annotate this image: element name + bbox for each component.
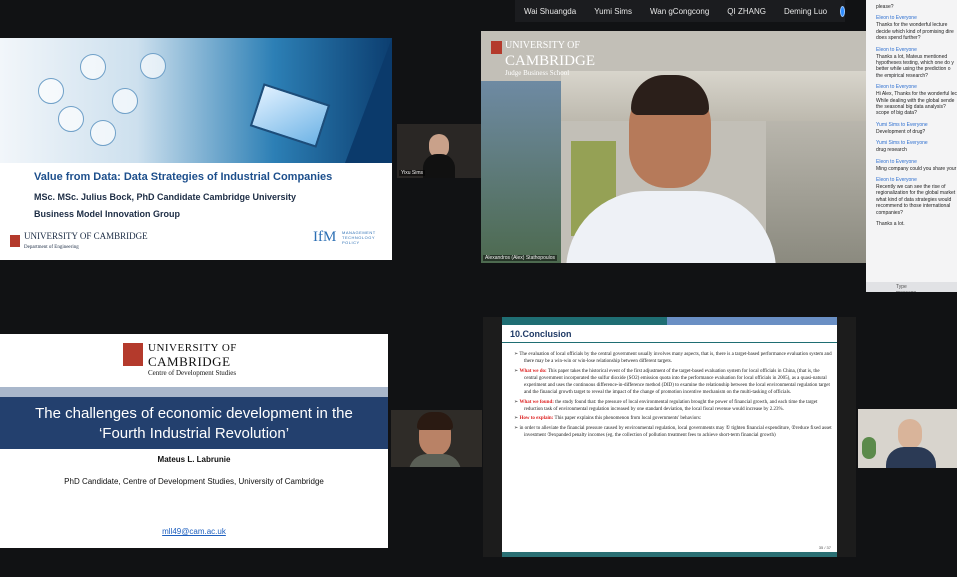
participant-name[interactable]: Deming Luo xyxy=(775,7,836,16)
chat-sender: Yumi Sims to Everyone xyxy=(876,140,928,147)
bullet-text: ➢ in order to alleviate the financial pr… xyxy=(514,425,832,438)
hazard-icon xyxy=(90,120,116,146)
participant-name-tag: Yixu Sims xyxy=(399,170,426,176)
participant-name[interactable]: Wai Shuangda xyxy=(515,7,585,16)
cambridge-crest-icon xyxy=(123,343,143,366)
bullet-text: ➢ How to explain: This paper explains th… xyxy=(514,416,702,422)
ifm-logo-text: MANAGEMENT TECHNOLOGY POLICY xyxy=(342,230,376,245)
chat-message: Development of drug? xyxy=(876,128,926,135)
slide-title-line1: The challenges of economic development i… xyxy=(35,405,353,422)
chat-message: please? xyxy=(876,4,894,10)
participant-name[interactable]: QI ZHANG xyxy=(718,7,775,16)
title-band: The challenges of economic development i… xyxy=(0,397,388,449)
cambridge-logo: UNIVERSITY OF CAMBRIDGE xyxy=(148,342,237,369)
chat-sender: Eleon to Everyone xyxy=(876,15,917,22)
chat-message: does spend further? xyxy=(876,35,921,42)
chat-message: regionalization for the global market xyxy=(876,190,956,197)
participant-body xyxy=(409,454,461,467)
chat-message: what kind of data strategies would xyxy=(876,196,952,203)
plant-image xyxy=(862,437,876,459)
cambridge-crest-icon xyxy=(10,235,20,247)
chat-message: scope of big data? xyxy=(876,110,917,117)
chat-message: Recently we can see the rise of xyxy=(876,184,946,190)
judge-business-school-logo: UNIVERSITY OF CAMBRIDGE Judge Business S… xyxy=(491,41,595,78)
cloud-icon xyxy=(112,88,138,114)
cambridge-logo: UNIVERSITY OF CAMBRIDGE Department of En… xyxy=(24,231,148,251)
active-speaker-icon[interactable] xyxy=(840,5,845,17)
ifm-logo: IfM xyxy=(313,229,337,245)
video-background xyxy=(561,71,866,121)
chat-message: the seasonal big data analysis? xyxy=(876,104,946,110)
chat-sender: Eleon to Everyone xyxy=(876,84,917,91)
chat-sender: Eleon to Everyone xyxy=(876,46,917,53)
participant-name[interactable]: Yumi Sims xyxy=(585,7,641,16)
chat-message: Ming company could you share your xyxy=(876,165,957,172)
chat-message: Thanks for the wonderful lecture xyxy=(876,22,948,29)
slide-body: ➢ The evaluation of local officials by t… xyxy=(512,351,832,441)
bullet-text: ➢ What we do: This paper takes the histo… xyxy=(514,368,830,396)
chat-message: drug research xyxy=(876,147,907,154)
chat-message: companies? xyxy=(876,209,903,216)
chat-message: better while using the prediction o xyxy=(876,66,951,73)
chat-message: recommend to those international xyxy=(876,203,951,210)
slide-heading: 10.Conclusion xyxy=(510,329,572,339)
centre-name: Centre of Development Studies xyxy=(148,369,237,377)
chat-sender: Eleon to Everyone xyxy=(876,177,917,183)
participant-hair xyxy=(417,412,453,430)
slide-header-accent xyxy=(667,317,837,325)
slide-corner-decoration xyxy=(345,38,392,163)
author-affiliation: PhD Candidate, Centre of Development Stu… xyxy=(64,477,324,486)
slide-title-line2: ‘Fourth Industrial Revolution’ xyxy=(98,425,290,442)
chat-panel[interactable]: please? Eleon to Everyone Thanks for the w… xyxy=(866,0,957,292)
factory-icon xyxy=(140,53,166,79)
slide-title: Value from Data: Data Strategies of Indu… xyxy=(34,171,333,183)
chat-message: Thanks a lot. xyxy=(876,221,905,227)
slide-footer-bar xyxy=(502,552,837,557)
chat-message: the empirical research? xyxy=(876,72,928,79)
participant-name-bar: Wai Shuangda Yumi Sims Wan gCongcong QI … xyxy=(515,0,845,22)
speaker-name-tag: Alexandros (Alex) Stathopoulos xyxy=(483,255,558,261)
chat-message: decide which kind of promising dire xyxy=(876,28,954,35)
page-number: 35 / 37 xyxy=(818,545,831,550)
video-background xyxy=(766,121,866,263)
chat-sender: Yumi Sims to Everyone xyxy=(876,121,928,128)
chat-sender: Eleon to Everyone xyxy=(876,158,917,165)
people-icon xyxy=(58,106,84,132)
author-name: Mateus L. Labrunie xyxy=(157,455,231,464)
wifi-icon xyxy=(80,54,106,80)
chat-input[interactable]: Type message here... xyxy=(866,282,957,292)
gear-icon xyxy=(38,78,64,104)
video-background xyxy=(481,81,561,263)
shared-slide-conclusion: 10.Conclusion ➢ The evaluation of local … xyxy=(483,317,856,557)
bullet-text: ➢ What we found: the study found that: t… xyxy=(514,399,818,413)
chat-message: While dealing with the global sende xyxy=(876,97,955,104)
chat-message: hypotheses testing, which one do y xyxy=(876,60,954,66)
chat-message: Thanks a lot, Mateus mentioned xyxy=(876,53,948,60)
shared-slide-value-from-data: Value from Data: Data Strategies of Indu… xyxy=(0,38,392,260)
author-email-link[interactable]: mll49@cam.ac.uk xyxy=(0,527,388,536)
bullet-text: ➢ The evaluation of local officials by t… xyxy=(514,352,832,365)
slide-presenter: MSc. MSc. Julius Bock, PhD Candidate Cam… xyxy=(34,192,297,202)
participant-body xyxy=(423,154,455,178)
participant-video-tile[interactable] xyxy=(391,410,482,467)
chat-message: Hi Alex, Thanks for the wonderful lec xyxy=(876,91,957,98)
participant-video-tile[interactable]: Yixu Sims xyxy=(397,124,481,178)
slide-group: Business Model Innovation Group xyxy=(34,209,181,219)
slide-divider xyxy=(0,387,388,397)
speaker-video[interactable]: UNIVERSITY OF CAMBRIDGE Judge Business S… xyxy=(481,31,866,263)
participant-body xyxy=(886,447,936,468)
participant-name[interactable]: Wan gCongcong xyxy=(641,7,718,16)
participant-face xyxy=(898,419,922,449)
participant-video-tile[interactable] xyxy=(858,409,957,468)
slide-divider xyxy=(502,342,837,343)
slide-page: 10.Conclusion ➢ The evaluation of local … xyxy=(502,317,837,557)
shared-slide-fourth-industrial-revolution: UNIVERSITY OF CAMBRIDGE Centre of Develo… xyxy=(0,334,388,548)
